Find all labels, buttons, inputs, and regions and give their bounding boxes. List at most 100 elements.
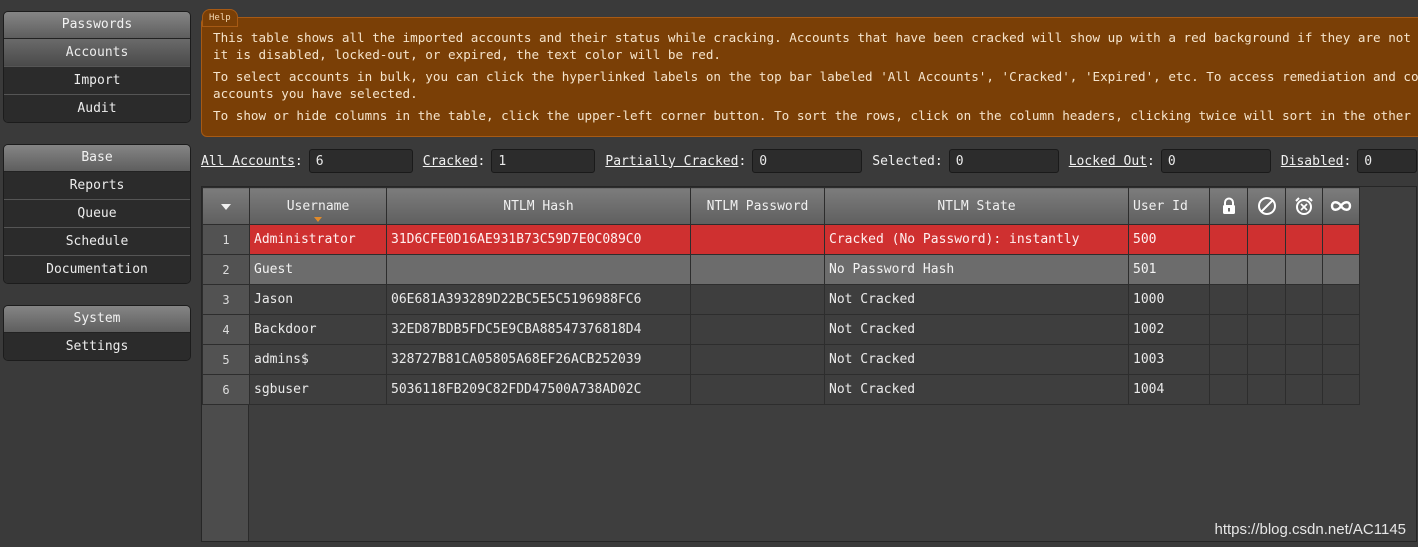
partially-cracked-count-field[interactable] <box>752 149 863 173</box>
never-expire-cell[interactable] <box>1322 224 1360 255</box>
expired-cell[interactable] <box>1285 344 1323 375</box>
username-cell[interactable]: sgbuser <box>249 374 387 405</box>
username-cell[interactable]: Jason <box>249 284 387 315</box>
nav-header-base[interactable]: Base <box>4 145 190 172</box>
locked-cell[interactable] <box>1209 374 1248 405</box>
username-cell[interactable]: Guest <box>249 254 387 285</box>
column-header-disabled[interactable] <box>1247 187 1286 225</box>
nav-item-reports[interactable]: Reports <box>4 172 190 199</box>
nav-item-schedule[interactable]: Schedule <box>4 227 190 255</box>
locked-cell[interactable] <box>1209 224 1248 255</box>
disabled-cell[interactable] <box>1247 224 1286 255</box>
table-row[interactable]: 4 Backdoor 32ED87BDB5FDC5E9CBA88547376818D… <box>202 314 1360 345</box>
nav-item-accounts[interactable]: Accounts <box>4 39 190 66</box>
never-expire-cell[interactable] <box>1322 254 1360 285</box>
nav-header-system[interactable]: System <box>4 306 190 333</box>
ntlm-state-cell[interactable]: Not Cracked <box>824 284 1129 315</box>
disabled-cell[interactable] <box>1247 344 1286 375</box>
row-number-cell[interactable]: 1 <box>202 224 250 255</box>
table-row[interactable]: 1 Administrator 31D6CFE0D16AE931B73C59D7E0… <box>202 224 1360 255</box>
expired-cell[interactable] <box>1285 224 1323 255</box>
ntlm-hash-cell[interactable]: 31D6CFE0D16AE931B73C59D7E0C089C0 <box>386 224 691 255</box>
ntlm-password-cell[interactable] <box>690 344 825 375</box>
row-number-cell[interactable]: 5 <box>202 344 250 375</box>
selected-count-field[interactable] <box>948 149 1059 173</box>
never-expire-cell[interactable] <box>1322 284 1360 315</box>
disabled-link[interactable]: Disabled <box>1281 154 1344 169</box>
locked-cell[interactable] <box>1209 254 1248 285</box>
disabled-cell[interactable] <box>1247 254 1286 285</box>
column-header-never-expire[interactable] <box>1322 187 1360 225</box>
ntlm-password-cell[interactable] <box>690 224 825 255</box>
ntlm-state-cell[interactable]: Not Cracked <box>824 314 1129 345</box>
ntlm-password-cell[interactable] <box>690 314 825 345</box>
user-id-cell[interactable]: 1000 <box>1128 284 1210 315</box>
row-number-cell[interactable]: 6 <box>202 374 250 405</box>
ntlm-hash-cell[interactable]: 32ED87BDB5FDC5E9CBA88547376818D4 <box>386 314 691 345</box>
table-row[interactable]: 6 sgbuser 5036118FB209C82FDD47500A738AD02C… <box>202 374 1360 405</box>
ntlm-hash-cell[interactable] <box>386 254 691 285</box>
partially-cracked-link[interactable]: Partially Cracked <box>605 154 738 169</box>
all-accounts-count-field[interactable] <box>308 149 413 173</box>
nav-item-audit[interactable]: Audit <box>4 94 190 122</box>
user-id-cell[interactable]: 1004 <box>1128 374 1210 405</box>
locked-cell[interactable] <box>1209 284 1248 315</box>
column-header-username[interactable]: Username <box>249 187 387 225</box>
ntlm-state-cell[interactable]: Not Cracked <box>824 374 1129 405</box>
locked-out-count-field[interactable] <box>1160 149 1271 173</box>
username-cell[interactable]: admins$ <box>249 344 387 375</box>
row-number-cell[interactable]: 2 <box>202 254 250 285</box>
nav-item-queue[interactable]: Queue <box>4 199 190 227</box>
locked-out-link[interactable]: Locked Out <box>1069 154 1147 169</box>
ntlm-state-cell[interactable]: No Password Hash <box>824 254 1129 285</box>
disabled-cell[interactable] <box>1247 284 1286 315</box>
ntlm-password-cell[interactable] <box>690 284 825 315</box>
column-header-ntlm-password[interactable]: NTLM Password <box>690 187 825 225</box>
table-row[interactable]: 3 Jason 06E681A393289D22BC5E5C5196988FC6 No… <box>202 284 1360 315</box>
expired-cell[interactable] <box>1285 284 1323 315</box>
ntlm-hash-cell[interactable]: 328727B81CA05805A68EF26ACB252039 <box>386 344 691 375</box>
disabled-cell[interactable] <box>1247 374 1286 405</box>
column-header-expired[interactable] <box>1285 187 1323 225</box>
ntlm-hash-cell[interactable]: 5036118FB209C82FDD47500A738AD02C <box>386 374 691 405</box>
locked-cell[interactable] <box>1209 314 1248 345</box>
user-id-cell[interactable]: 1002 <box>1128 314 1210 345</box>
expired-cell[interactable] <box>1285 374 1323 405</box>
username-cell[interactable]: Backdoor <box>249 314 387 345</box>
ntlm-state-cell[interactable]: Not Cracked <box>824 344 1129 375</box>
never-expire-cell[interactable] <box>1322 374 1360 405</box>
disabled-cell[interactable] <box>1247 314 1286 345</box>
ntlm-state-cell[interactable]: Cracked (No Password): instantly <box>824 224 1129 255</box>
column-header-ntlm-hash[interactable]: NTLM Hash <box>386 187 691 225</box>
ntlm-password-cell[interactable] <box>690 254 825 285</box>
user-id-cell[interactable]: 500 <box>1128 224 1210 255</box>
cracked-link[interactable]: Cracked <box>423 154 478 169</box>
user-id-cell[interactable]: 1003 <box>1128 344 1210 375</box>
nav-header-passwords[interactable]: Passwords <box>4 12 190 39</box>
never-expire-cell[interactable] <box>1322 344 1360 375</box>
column-chooser-button[interactable] <box>202 187 250 225</box>
username-cell[interactable]: Administrator <box>249 224 387 255</box>
user-id-cell[interactable]: 501 <box>1128 254 1210 285</box>
help-tab: Help <box>202 9 238 27</box>
expired-cell[interactable] <box>1285 254 1323 285</box>
ntlm-hash-cell[interactable]: 06E681A393289D22BC5E5C5196988FC6 <box>386 284 691 315</box>
locked-cell[interactable] <box>1209 344 1248 375</box>
column-header-locked[interactable] <box>1209 187 1248 225</box>
expired-alarm-icon <box>1295 197 1313 215</box>
expired-cell[interactable] <box>1285 314 1323 345</box>
column-header-user-id[interactable]: User Id <box>1128 187 1210 225</box>
ntlm-password-cell[interactable] <box>690 374 825 405</box>
cracked-count-field[interactable] <box>491 149 596 173</box>
never-expire-cell[interactable] <box>1322 314 1360 345</box>
table-row[interactable]: 5 admins$ 328727B81CA05805A68EF26ACB252039… <box>202 344 1360 375</box>
nav-item-settings[interactable]: Settings <box>4 333 190 360</box>
row-number-cell[interactable]: 4 <box>202 314 250 345</box>
nav-item-documentation[interactable]: Documentation <box>4 255 190 283</box>
column-header-ntlm-state[interactable]: NTLM State <box>824 187 1129 225</box>
all-accounts-link[interactable]: All Accounts <box>201 154 295 169</box>
nav-item-import[interactable]: Import <box>4 66 190 94</box>
row-number-cell[interactable]: 3 <box>202 284 250 315</box>
disabled-count-field[interactable] <box>1357 149 1418 173</box>
table-row[interactable]: 2 Guest No Password Hash 501 <box>202 254 1360 285</box>
